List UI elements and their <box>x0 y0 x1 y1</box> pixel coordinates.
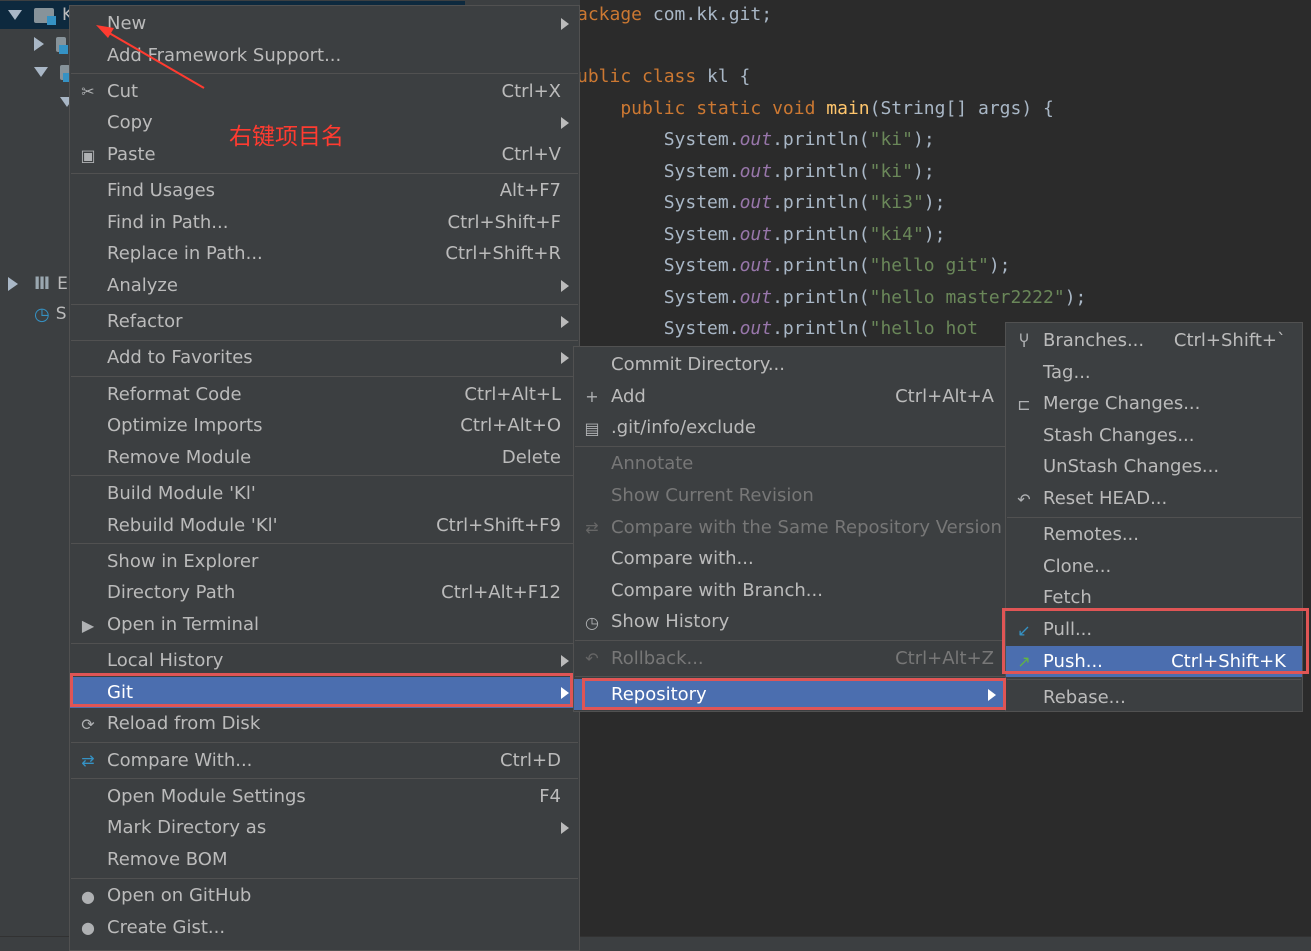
annotation-text: 右键项目名 <box>229 124 344 150</box>
annotation-arrow <box>96 25 205 89</box>
